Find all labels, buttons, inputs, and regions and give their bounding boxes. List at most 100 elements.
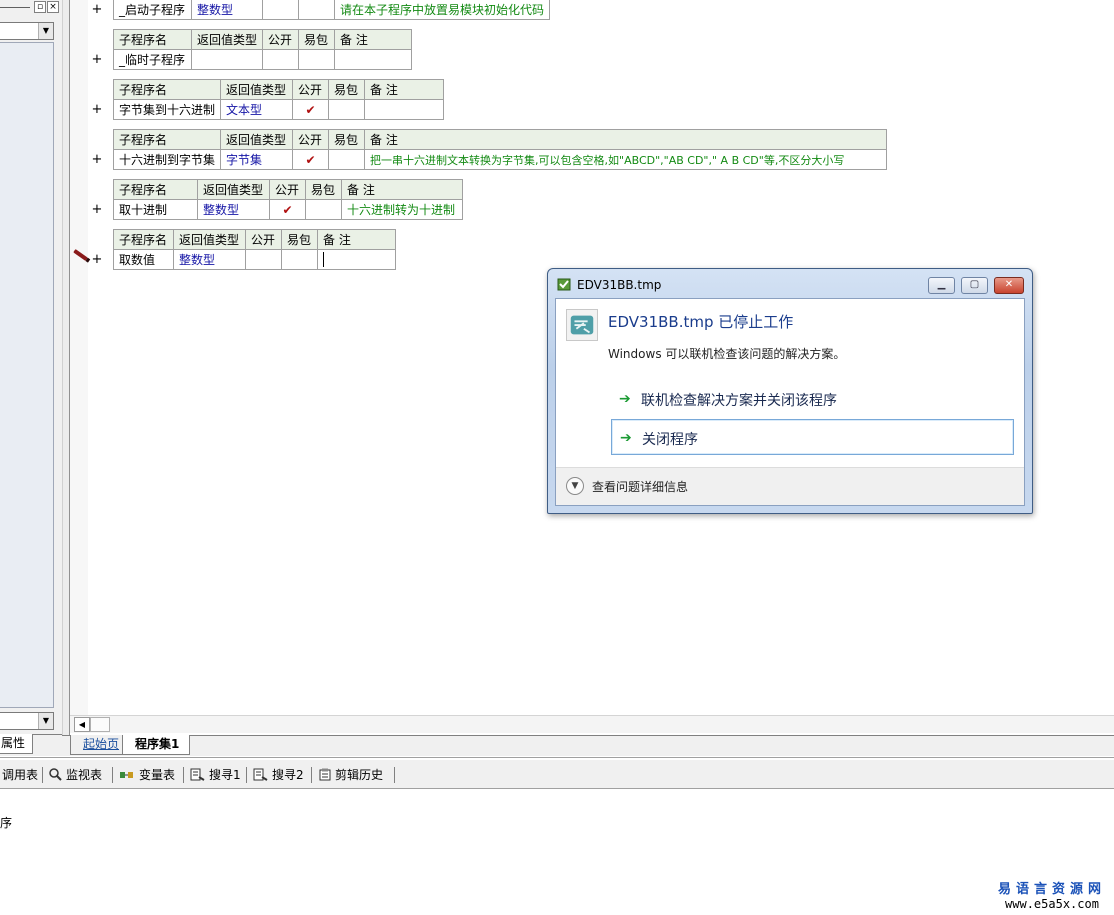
panel-restore-button[interactable]: ▫: [34, 1, 46, 13]
table-row: _启动子程序 整数型 请在本子程序中放置易模块初始化代码: [113, 0, 551, 20]
remark-cell[interactable]: [364, 99, 445, 120]
watermark-name: 易语言资源网: [997, 882, 1106, 897]
return-type-cell[interactable]: 整数型: [173, 249, 246, 270]
panel-close-button[interactable]: ×: [47, 1, 59, 13]
expand-toggle[interactable]: +: [91, 103, 103, 116]
text-caret: [323, 252, 324, 267]
remark-cell[interactable]: [334, 49, 413, 70]
easy-pack-cell[interactable]: [298, 0, 335, 20]
sub-name-cell[interactable]: 字节集到十六进制: [112, 99, 222, 120]
remark-cell-editing[interactable]: [317, 249, 396, 270]
search-list-icon: [253, 768, 268, 781]
panel-tab-strip: [33, 734, 62, 754]
table-row: 十六进制到字节集 字节集 ✔ 把一串十六进制文本转换为字节集,可以包含空格,如"…: [112, 149, 888, 170]
property-panel: ▫ × ▼ ▼ 属性: [0, 0, 62, 756]
return-type-cell[interactable]: 字节集: [220, 149, 294, 170]
return-type-cell[interactable]: 整数型: [191, 0, 263, 20]
call-table-button[interactable]: 调用表: [2, 766, 38, 784]
return-type-cell[interactable]: 整数型: [197, 199, 270, 220]
header-easy-pack: 易包: [328, 79, 366, 100]
document-tab-bar: 起始页 程序集1: [62, 735, 1114, 756]
public-cell[interactable]: [245, 249, 282, 270]
maximize-button[interactable]: ▢: [961, 277, 988, 294]
dialog-title: EDV31BB.tmp: [577, 278, 662, 292]
expand-toggle[interactable]: +: [91, 253, 103, 266]
dialog-body: EDV31BB.tmp 已停止工作 Windows 可以联机检查该问题的解决方案…: [555, 298, 1025, 506]
close-program-button[interactable]: ➔ 关闭程序: [611, 419, 1014, 455]
easy-pack-cell[interactable]: [281, 249, 318, 270]
property-list[interactable]: [0, 42, 54, 708]
tab-program-set[interactable]: 程序集1: [122, 735, 191, 755]
easy-pack-cell[interactable]: [298, 49, 336, 70]
header-public: 公开: [269, 179, 306, 200]
header-remark: 备 注: [364, 129, 888, 150]
table-header-row: 子程序名 返回值类型 公开 易包 备 注: [113, 229, 396, 250]
tab-properties[interactable]: 属性: [0, 734, 33, 754]
search1-button[interactable]: 搜寻1: [190, 766, 241, 784]
table-header-row: 子程序名 返回值类型 公开 易包 备 注: [113, 179, 463, 200]
magnifier-icon: [49, 768, 62, 781]
object-selector-combo[interactable]: ▼: [0, 22, 54, 40]
remark-cell[interactable]: 十六进制转为十进制: [341, 199, 463, 220]
easy-pack-cell[interactable]: [305, 199, 342, 220]
header-remark: 备 注: [317, 229, 396, 250]
green-arrow-icon: ➔: [620, 430, 632, 446]
dialog-heading: EDV31BB.tmp 已停止工作: [608, 313, 794, 331]
toolbar-separator: [42, 767, 43, 783]
header-sub-name: 子程序名: [113, 29, 192, 50]
easy-pack-cell[interactable]: [328, 99, 366, 120]
output-pane[interactable]: 序: [0, 790, 1114, 915]
chevron-down-icon[interactable]: ▼: [566, 477, 584, 495]
sub-name-cell[interactable]: _启动子程序: [113, 0, 192, 20]
program-stopped-dialog: EDV31BB.tmp ▁ ▢ ✕ EDV31BB.tmp 已停止工作 Wind…: [547, 268, 1033, 514]
watch-table-button[interactable]: 监视表: [49, 766, 102, 784]
easy-pack-cell[interactable]: [328, 149, 366, 170]
horizontal-scrollbar[interactable]: ◀: [70, 715, 1114, 733]
expand-toggle[interactable]: +: [91, 3, 103, 16]
subroutine-table: _启动子程序 整数型 请在本子程序中放置易模块初始化代码: [113, 0, 551, 20]
search2-button[interactable]: 搜寻2: [253, 766, 304, 784]
header-easy-pack: 易包: [305, 179, 342, 200]
sub-name-cell[interactable]: _临时子程序: [113, 49, 192, 70]
subroutine-table: 子程序名 返回值类型 公开 易包 备 注 字节集到十六进制 文本型 ✔: [112, 79, 445, 120]
app-icon: [557, 278, 571, 291]
tab-start-page[interactable]: 起始页: [70, 735, 131, 755]
scroll-thumb[interactable]: [90, 717, 110, 732]
event-selector-combo[interactable]: ▼: [0, 712, 54, 730]
scroll-left-icon[interactable]: ◀: [74, 717, 90, 732]
table-header-row: 子程序名 返回值类型 公开 易包 备 注: [112, 129, 888, 150]
public-checkmark[interactable]: ✔: [292, 149, 330, 170]
public-checkmark[interactable]: ✔: [269, 199, 306, 220]
header-return-type: 返回值类型: [220, 129, 294, 150]
header-return-type: 返回值类型: [197, 179, 270, 200]
chevron-down-icon[interactable]: ▼: [38, 713, 53, 729]
remark-cell[interactable]: 把一串十六进制文本转换为字节集,可以包含空格,如"ABCD","AB CD","…: [364, 149, 888, 170]
close-button[interactable]: ✕: [994, 277, 1024, 294]
public-cell[interactable]: [262, 49, 300, 70]
bottom-toolbar: 调用表 监视表 变量表 搜寻1 搜寻2 剪辑历史: [0, 760, 1114, 789]
var-table-button[interactable]: 变量表: [119, 766, 175, 784]
sub-name-cell[interactable]: 十六进制到字节集: [112, 149, 222, 170]
clip-history-label: 剪辑历史: [335, 768, 384, 782]
expand-toggle[interactable]: +: [91, 153, 103, 166]
expand-toggle[interactable]: +: [91, 203, 103, 216]
clip-history-button[interactable]: 剪辑历史: [319, 766, 383, 784]
toolbar-divider: [0, 757, 1114, 759]
panel-splitter[interactable]: [62, 0, 70, 735]
return-type-cell[interactable]: [190, 49, 264, 70]
minimize-button[interactable]: ▁: [928, 277, 955, 294]
sub-name-cell[interactable]: 取十进制: [113, 199, 198, 220]
view-details-link[interactable]: 查看问题详细信息: [592, 478, 688, 495]
header-public: 公开: [245, 229, 282, 250]
chevron-down-icon[interactable]: ▼: [38, 23, 53, 39]
check-online-button[interactable]: ➔ 联机检查解决方案并关闭该程序: [611, 381, 1014, 417]
sub-name-cell[interactable]: 取数值: [113, 249, 174, 270]
public-checkmark[interactable]: ✔: [292, 99, 330, 120]
expand-toggle[interactable]: +: [91, 53, 103, 66]
return-type-cell[interactable]: 文本型: [220, 99, 294, 120]
toolbar-separator: [183, 767, 184, 783]
subroutine-table: 子程序名 返回值类型 公开 易包 备 注 十六进制到字节集 字节集 ✔ 把一串十…: [112, 129, 888, 170]
remark-cell[interactable]: 请在本子程序中放置易模块初始化代码: [333, 0, 551, 20]
public-cell[interactable]: [262, 0, 299, 20]
output-text: 序: [0, 816, 13, 830]
